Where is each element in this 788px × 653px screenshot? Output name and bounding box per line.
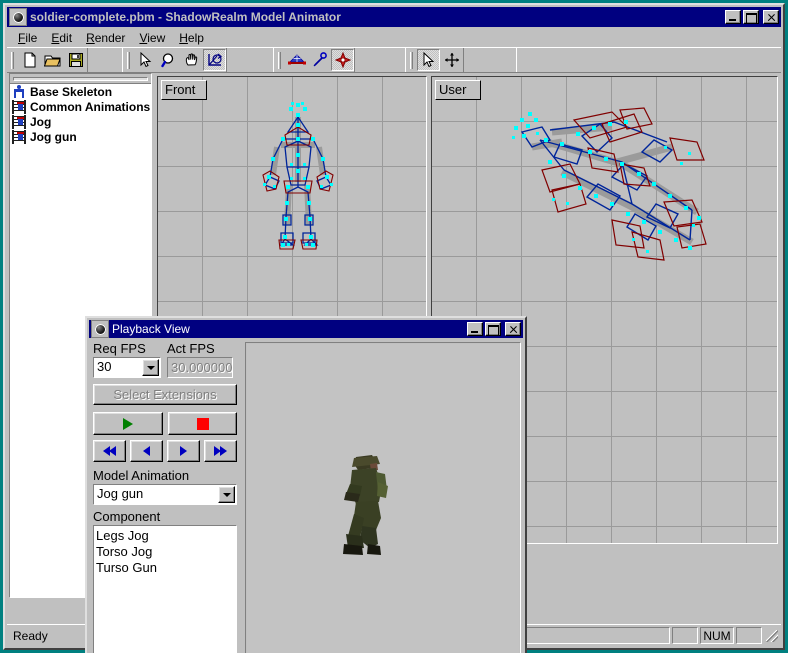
- menubar: FFileile Edit Render View Help: [7, 28, 781, 47]
- req-fps-label: Req FPS: [93, 341, 146, 356]
- skeleton-person-icon: [12, 84, 26, 99]
- joint-marker-button[interactable]: [331, 49, 354, 71]
- select-tool-button[interactable]: [134, 49, 157, 71]
- toolbar-grip-transform[interactable]: [410, 51, 413, 69]
- front-viewport-label: Front: [161, 80, 207, 100]
- right-arrow-icon: [180, 446, 187, 456]
- toolbar-spacer-1: [87, 48, 123, 72]
- orbit-axis-button[interactable]: [203, 49, 226, 71]
- film-strip-icon: [12, 129, 26, 144]
- app-sphere-icon: [9, 8, 27, 26]
- toolbar-spacer-3: [354, 48, 406, 72]
- application-window: soldier-complete.pbm - ShadowRealm Model…: [0, 0, 788, 653]
- status-cell-4: [736, 627, 762, 644]
- magnifier-icon[interactable]: [157, 49, 180, 71]
- stop-square-icon: [196, 417, 209, 430]
- playback-dialog-titlebar[interactable]: Playback View: [89, 320, 523, 338]
- status-cell-1: [522, 627, 670, 644]
- film-strip-icon: [12, 114, 26, 129]
- menu-view[interactable]: View: [132, 29, 172, 47]
- main-window: soldier-complete.pbm - ShadowRealm Model…: [3, 3, 785, 653]
- list-item[interactable]: Legs Jog: [96, 528, 236, 544]
- chevron-down-icon[interactable]: [218, 486, 235, 503]
- film-strip-icon: [12, 99, 26, 114]
- client-area: Base Skeleton Common Animations Jog Jog …: [7, 73, 781, 653]
- component-listbox[interactable]: Legs Jog Torso Jog Turso Gun: [93, 525, 237, 653]
- step-back-button[interactable]: [130, 440, 163, 462]
- model-animation-value: Jog gun: [97, 486, 144, 501]
- menu-help[interactable]: Help: [172, 29, 211, 47]
- play-button[interactable]: [93, 412, 163, 435]
- toolbar-grip-file[interactable]: [11, 51, 14, 69]
- tree-item-common-animations[interactable]: Common Animations: [10, 99, 151, 114]
- tree-item-label: Jog gun: [30, 129, 77, 144]
- playback-close-button[interactable]: [505, 322, 521, 336]
- playback-dialog-body: Req FPS 30 Act FPS 30.000000 Select Exte…: [89, 340, 523, 653]
- triangle-mesh-button[interactable]: [285, 49, 308, 71]
- step-forward-button[interactable]: [167, 440, 200, 462]
- pick-tool-button[interactable]: [417, 49, 440, 71]
- tree-item-base-skeleton[interactable]: Base Skeleton: [10, 84, 151, 99]
- toolbar: [7, 47, 781, 73]
- list-item[interactable]: Torso Jog: [96, 544, 236, 560]
- running-soldier-sprite: [343, 455, 388, 555]
- left-arrow-icon: [143, 446, 150, 456]
- model-animation-combo[interactable]: Jog gun: [93, 484, 237, 505]
- select-extensions-button[interactable]: Select Extensions: [93, 384, 237, 405]
- status-cell-num: NUM: [700, 627, 734, 644]
- tree-item-label: Jog: [30, 114, 52, 129]
- window-title: soldier-complete.pbm - ShadowRealm Model…: [30, 10, 341, 24]
- model-animation-label: Model Animation: [93, 468, 190, 483]
- hand-icon[interactable]: [180, 49, 203, 71]
- playback-window-controls: [467, 322, 521, 336]
- app-sphere-icon: [91, 320, 109, 338]
- play-triangle-icon: [123, 417, 133, 430]
- toolbar-spacer-2: [226, 48, 274, 72]
- playback-controls-column: Req FPS 30 Act FPS 30.000000 Select Exte…: [93, 342, 241, 653]
- playback-render-pane[interactable]: [245, 342, 521, 653]
- menu-file[interactable]: FFileile: [11, 29, 44, 47]
- user-skeleton-wireframe: [512, 107, 707, 261]
- playback-view-dialog: Playback View Req FPS 30 Act FPS 30.0000…: [85, 316, 527, 653]
- save-floppy-button[interactable]: [64, 49, 87, 71]
- window-titlebar[interactable]: soldier-complete.pbm - ShadowRealm Model…: [7, 7, 781, 27]
- move-cross-button[interactable]: [440, 49, 463, 71]
- window-controls: [725, 10, 779, 24]
- status-cell-2: [672, 627, 698, 644]
- tree-item-jog[interactable]: Jog: [10, 114, 151, 129]
- req-fps-value: 30: [97, 359, 112, 374]
- act-fps-label: Act FPS: [167, 341, 215, 356]
- tree-item-label: Common Animations: [30, 99, 151, 114]
- list-item[interactable]: Turso Gun: [96, 560, 236, 576]
- menu-render[interactable]: Render: [79, 29, 132, 47]
- resize-grip[interactable]: [765, 629, 779, 643]
- stop-button[interactable]: [168, 412, 237, 435]
- minimize-button[interactable]: [725, 10, 741, 24]
- front-skeleton-wireframe: [262, 102, 334, 250]
- new-file-button[interactable]: [18, 49, 41, 71]
- rewind-button[interactable]: [93, 440, 126, 462]
- act-fps-value: 30.000000: [167, 357, 233, 378]
- menu-edit[interactable]: Edit: [44, 29, 79, 47]
- playback-dialog-title: Playback View: [112, 322, 190, 336]
- eyedropper-button[interactable]: [308, 49, 331, 71]
- playback-minimize-button[interactable]: [467, 322, 483, 336]
- chevron-down-icon[interactable]: [142, 359, 159, 376]
- tree-horizontal-scrollbar[interactable]: [10, 74, 151, 84]
- req-fps-combo[interactable]: 30: [93, 357, 161, 378]
- tree-item-jog-gun[interactable]: Jog gun: [10, 129, 151, 144]
- toolbar-grip-nav[interactable]: [127, 51, 130, 69]
- close-button[interactable]: [763, 10, 779, 24]
- render-canvas: [247, 344, 519, 653]
- tree-item-label: Base Skeleton: [30, 84, 113, 99]
- user-viewport-label: User: [435, 80, 481, 100]
- playback-maximize-button[interactable]: [485, 322, 501, 336]
- toolbar-spacer-4: [463, 48, 517, 72]
- open-folder-button[interactable]: [41, 49, 64, 71]
- toolbar-grip-render[interactable]: [278, 51, 281, 69]
- maximize-button[interactable]: [743, 10, 759, 24]
- fast-forward-button[interactable]: [204, 440, 237, 462]
- component-label: Component: [93, 509, 161, 524]
